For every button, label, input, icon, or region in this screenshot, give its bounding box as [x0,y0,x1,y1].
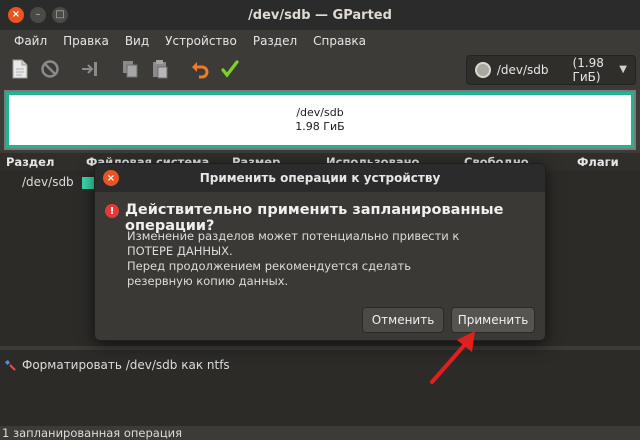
menu-device[interactable]: Устройство [157,34,245,48]
pending-operations-list: Форматировать /dev/sdb как ntfs [0,350,640,426]
menu-help[interactable]: Справка [305,34,374,48]
resize-move-button[interactable] [76,55,104,83]
annotation-arrow-icon [430,331,475,384]
device-selector[interactable]: /dev/sdb (1.98 ГиБ) ▼ [466,55,636,85]
menu-partition[interactable]: Раздел [245,34,305,48]
dialog-message: Изменение разделов может потенциально пр… [127,229,459,289]
dialog-title: Применить операции к устройству [199,171,441,185]
filesystem-color-swatch [82,177,94,189]
list-item[interactable]: Форматировать /dev/sdb как ntfs [4,358,230,372]
operation-label: Форматировать /dev/sdb как ntfs [22,358,230,372]
chevron-down-icon: ▼ [619,64,627,75]
graph-device-label: /dev/sdb [296,106,344,119]
apply-icon [221,60,239,78]
row-partition-name: /dev/sdb [22,175,74,189]
partition-block[interactable]: /dev/sdb 1.98 ГиБ [6,92,634,148]
dialog-titlebar: × Применить операции к устройству [95,164,545,192]
menu-view[interactable]: Вид [117,34,157,48]
paste-icon [153,60,168,79]
window-title: /dev/sdb — GParted [248,7,392,23]
dialog-close-button[interactable]: × [103,170,119,186]
dialog-message-line: Перед продолжением рекомендуется сделать [127,259,412,273]
menu-bar: Файл Правка Вид Устройство Раздел Справк… [0,30,640,52]
graph-size-label: 1.98 ГиБ [295,120,345,133]
menu-edit[interactable]: Правка [55,34,117,48]
status-text: 1 запланированная операция [2,426,183,440]
delete-partition-button[interactable] [36,55,64,83]
apply-all-button[interactable] [216,55,244,83]
undo-button[interactable] [186,55,214,83]
new-icon [12,59,28,79]
dialog-message-line: резервную копию данных. [127,274,289,288]
new-partition-button[interactable] [6,55,34,83]
window-close-button[interactable]: × [8,7,24,23]
undo-icon [192,62,209,79]
window-minimize-button[interactable]: – [30,7,46,23]
col-flags[interactable]: Флаги [577,155,619,169]
warning-icon: ! [105,204,119,218]
format-operation-icon [5,360,16,371]
resize-move-icon [82,62,97,76]
delete-icon [41,60,59,78]
disk-graph: /dev/sdb 1.98 ГиБ [4,90,636,150]
apply-operations-dialog: × Применить операции к устройству ! Дейс… [94,163,546,341]
window-maximize-button[interactable]: □ [52,7,68,23]
dialog-message-line: Изменение разделов может потенциально пр… [127,229,460,243]
dialog-message-line: ПОТЕРЕ ДАННЫХ. [127,244,233,258]
status-bar: 1 запланированная операция [0,426,640,440]
paste-button[interactable] [146,55,174,83]
menu-file[interactable]: Файл [6,34,55,48]
device-selector-name: /dev/sdb [496,63,549,77]
window-titlebar: × – □ /dev/sdb — GParted [0,0,640,30]
copy-icon [123,61,138,78]
disk-icon [475,62,491,78]
window-controls: × – □ [8,7,68,23]
copy-button[interactable] [116,55,144,83]
col-partition[interactable]: Раздел [6,155,54,169]
